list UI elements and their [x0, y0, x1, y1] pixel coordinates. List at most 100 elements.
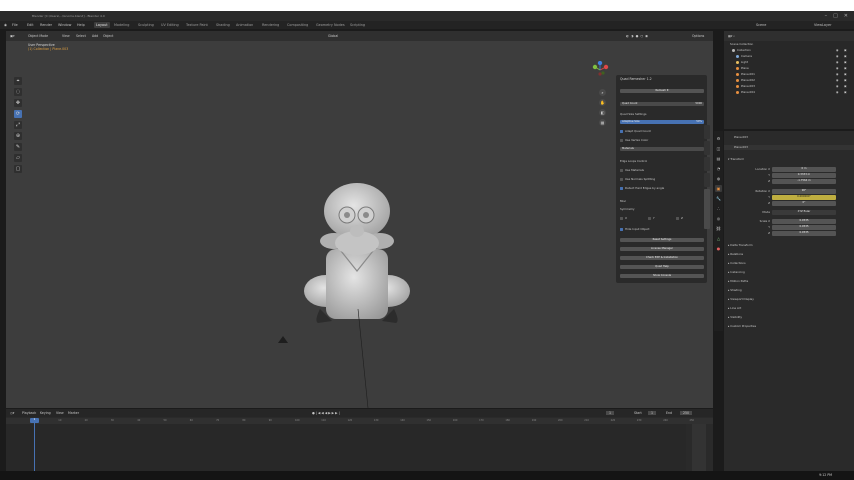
render-camera-icon[interactable]: ▣	[844, 78, 847, 82]
quad-count-field[interactable]: Quad Count 5000	[620, 102, 704, 106]
render-props-icon[interactable]: ◫	[715, 145, 722, 152]
rotation-z-field[interactable]: 0°	[772, 201, 836, 206]
scale-y-field[interactable]: 0.0535	[772, 225, 836, 230]
current-frame-field[interactable]: 1	[606, 411, 615, 415]
adapt-quad-count-check[interactable]: Adapt Quad Count	[620, 129, 651, 133]
tab-texture-paint[interactable]: Texture Paint	[184, 22, 210, 28]
materials-field[interactable]: Materials	[620, 147, 704, 151]
constraints-props-icon[interactable]: ⛓	[715, 225, 722, 232]
visibility-eye-icon[interactable]: ◉	[836, 66, 838, 70]
scale-z-field[interactable]: 0.0535	[772, 231, 836, 236]
tab-view[interactable]	[704, 157, 710, 171]
use-materials-check[interactable]: Use Materials	[620, 168, 644, 172]
material-props-icon[interactable]: ●	[715, 245, 722, 252]
timeline-scrollbar[interactable]	[692, 424, 706, 476]
symmetry-x-check[interactable]: X	[620, 216, 627, 220]
tab-item[interactable]	[704, 125, 710, 139]
scene-selector[interactable]: Scene	[756, 23, 766, 27]
properties-section-header[interactable]: ▸ Collections	[728, 261, 746, 265]
render-camera-icon[interactable]: ▣	[844, 60, 847, 64]
particles-props-icon[interactable]: ∴	[715, 205, 722, 212]
menu-help[interactable]: Help	[77, 23, 85, 27]
tab-sculpting[interactable]: Sculpting	[136, 22, 156, 28]
transform-section-header[interactable]: ▾ Transform	[728, 157, 744, 161]
visibility-eye-icon[interactable]: ◉	[836, 84, 838, 88]
tab-tool[interactable]	[704, 141, 710, 155]
scale-x-field[interactable]: 0.0535	[772, 219, 836, 224]
outliner-row[interactable]: Plane.004 ◉ ▣	[724, 90, 854, 95]
show-console-button[interactable]: Show Console	[620, 274, 704, 278]
object-name-row[interactable]: Plane.003	[724, 135, 854, 140]
menu-keying[interactable]: Keying	[40, 411, 51, 415]
menu-view-timeline[interactable]: View	[56, 411, 64, 415]
use-normals-check[interactable]: Use Normals Splitting	[620, 177, 655, 181]
world-props-icon[interactable]: ◍	[715, 175, 722, 182]
use-vertex-color-check[interactable]: Use Vertex Color	[620, 138, 648, 142]
render-camera-icon[interactable]: ▣	[844, 54, 847, 58]
start-frame-field[interactable]: 1	[648, 411, 657, 415]
adaptive-size-field[interactable]: Adaptive Size 50%	[620, 120, 704, 124]
remesh-it-button[interactable]: Remesh It	[620, 89, 704, 93]
check-exe-button[interactable]: Check EXE & Installation	[620, 256, 704, 260]
outliner-row[interactable]: Plane.003 ◉ ▣	[724, 84, 854, 89]
visibility-eye-icon[interactable]: ◉	[836, 60, 838, 64]
view-layer-selector[interactable]: ViewLayer	[814, 23, 832, 27]
maximize-button[interactable]: □	[833, 13, 838, 19]
visibility-eye-icon[interactable]: ◉	[836, 78, 838, 82]
reset-settings-button[interactable]: Reset Settings	[620, 238, 704, 242]
properties-section-header[interactable]: ▸ Line Art	[728, 306, 741, 310]
location-x-field[interactable]: 0 m	[772, 167, 836, 172]
outliner-row[interactable]: Camera ◉ ▣	[724, 54, 854, 59]
properties-section-header[interactable]: ▸ Visibility	[728, 315, 742, 319]
render-camera-icon[interactable]: ▣	[844, 48, 847, 52]
render-camera-icon[interactable]: ▣	[844, 66, 847, 70]
playhead-line[interactable]	[34, 418, 35, 478]
render-camera-icon[interactable]: ▣	[844, 84, 847, 88]
visibility-eye-icon[interactable]: ◉	[836, 72, 838, 76]
properties-section-header[interactable]: ▸ Custom Properties	[728, 324, 756, 328]
outliner-row-scene[interactable]: Scene Collection	[724, 42, 854, 47]
tab-quad-remesh[interactable]	[704, 189, 710, 229]
outliner-row[interactable]: Plane.002 ◉ ▣	[724, 78, 854, 83]
outliner-filter-icon[interactable]: ▦▾ ⌕	[728, 34, 735, 38]
object-props-icon[interactable]: ▣	[715, 185, 722, 192]
quad-help-button[interactable]: Quad Help	[620, 265, 704, 269]
detect-hard-edges-check[interactable]: Detect Hard Edges by angle	[620, 186, 664, 190]
minimize-button[interactable]: –	[825, 13, 828, 19]
blender-logo-icon[interactable]: ◉	[4, 23, 7, 27]
visibility-eye-icon[interactable]: ◉	[836, 54, 838, 58]
playback-controls[interactable]: ●|◀◀◀▶▶▶|	[312, 411, 341, 415]
visibility-eye-icon[interactable]: ◉	[836, 48, 838, 52]
data-props-icon[interactable]: △	[715, 235, 722, 242]
timeline-track-area[interactable]	[6, 424, 686, 477]
tab-layout[interactable]: Layout	[94, 22, 110, 28]
tab-rendering[interactable]: Rendering	[260, 22, 281, 28]
symmetry-y-check[interactable]: Y	[648, 216, 655, 220]
end-frame-field[interactable]: 250	[680, 411, 693, 415]
properties-section-header[interactable]: ▸ Relations	[728, 252, 743, 256]
menu-file[interactable]: File	[12, 23, 18, 27]
tab-edit[interactable]	[704, 173, 710, 187]
playhead-frame-badge[interactable]: 1	[30, 418, 39, 423]
physics-props-icon[interactable]: ◎	[715, 215, 722, 222]
3d-viewport[interactable]: ▣▾ Object Mode View Select Add Object Gl…	[6, 31, 713, 408]
tab-shading[interactable]: Shading	[214, 22, 232, 28]
visibility-eye-icon[interactable]: ◉	[836, 90, 838, 94]
tab-geometry-nodes[interactable]: Geometry Nodes	[314, 22, 347, 28]
location-z-field[interactable]: -1.7564 m	[772, 179, 836, 184]
menu-marker[interactable]: Marker	[68, 411, 79, 415]
outliner-row[interactable]: Light ◉ ▣	[724, 60, 854, 65]
properties-section-header[interactable]: ▸ Shading	[728, 288, 742, 292]
object-name-field-row[interactable]: Plane.003	[724, 145, 854, 150]
menu-edit[interactable]: Edit	[27, 23, 34, 27]
hide-input-check[interactable]: Hide Input Object	[620, 227, 650, 231]
properties-section-header[interactable]: ▸ Motion Paths	[728, 279, 748, 283]
tool-props-icon[interactable]: ⚙	[715, 135, 722, 142]
tab-uv-editing[interactable]: UV Editing	[159, 22, 181, 28]
rotation-mode-select[interactable]: XYZ Euler	[772, 210, 836, 215]
output-props-icon[interactable]: ▤	[715, 155, 722, 162]
rotation-y-field[interactable]: 0.000000°	[772, 195, 836, 200]
properties-section-header[interactable]: ▸ Delta Transform	[728, 243, 753, 247]
properties-section-header[interactable]: ▸ Instancing	[728, 270, 745, 274]
close-button[interactable]: ✕	[844, 13, 848, 19]
